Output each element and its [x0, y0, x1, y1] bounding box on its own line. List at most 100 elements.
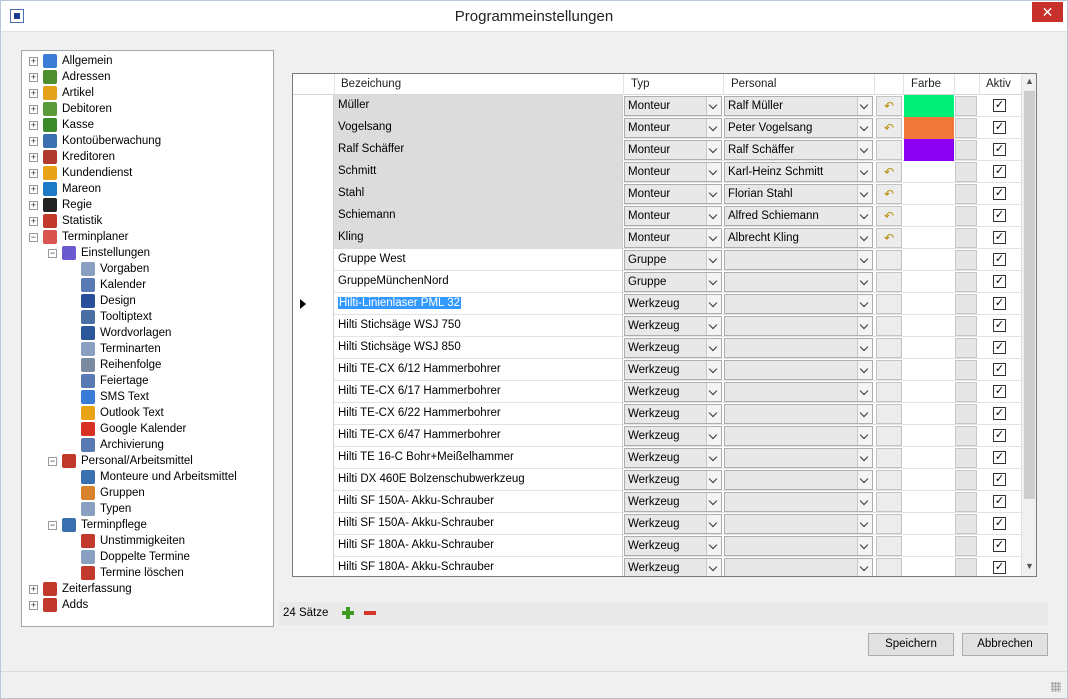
name-cell[interactable]: Hilti TE 16-C Bohr+Meißelhammer — [334, 447, 623, 469]
grid-row[interactable]: Hilti DX 460E Bolzenschubwerkzeug Werkzeu… — [293, 469, 1021, 491]
tree-expander-icon[interactable]: + — [29, 89, 38, 98]
tree-node[interactable]: − Einstellungen — [22, 245, 272, 261]
grid-row[interactable]: Müller Monteur Ralf Müller ↶ ✓ — [293, 95, 1021, 117]
name-cell[interactable]: Hilti SF 180A- Akku-Schrauber — [334, 535, 623, 557]
tree-node[interactable]: + Kreditoren — [22, 149, 272, 165]
chevron-down-icon[interactable] — [706, 471, 721, 489]
typ-combo[interactable]: Monteur — [624, 184, 722, 204]
row-action-button[interactable] — [876, 448, 902, 468]
color-picker-button[interactable] — [955, 96, 977, 116]
tree-node[interactable]: Typen — [22, 501, 272, 517]
color-swatch[interactable] — [904, 315, 954, 337]
tree-node[interactable]: + Statistik — [22, 213, 272, 229]
row-header[interactable] — [293, 513, 334, 535]
tree-expander-icon[interactable]: + — [29, 137, 38, 146]
tree-node[interactable]: + Adds — [22, 597, 272, 613]
personal-combo[interactable]: Alfred Schiemann — [724, 206, 873, 226]
chevron-down-icon[interactable] — [857, 471, 872, 489]
chevron-down-icon[interactable] — [857, 97, 872, 115]
row-header[interactable] — [293, 447, 334, 469]
chevron-down-icon[interactable] — [706, 537, 721, 555]
tree-node[interactable]: − Terminplaner — [22, 229, 272, 245]
tree-expander-icon[interactable]: − — [48, 457, 57, 466]
row-action-button[interactable] — [876, 404, 902, 424]
header-typ[interactable]: Typ — [631, 78, 650, 90]
aktiv-checkbox[interactable]: ✓ — [993, 429, 1006, 442]
aktiv-checkbox[interactable]: ✓ — [993, 187, 1006, 200]
row-header[interactable] — [293, 271, 334, 293]
tree-expander-icon[interactable]: + — [29, 217, 38, 226]
color-swatch[interactable] — [904, 403, 954, 425]
personal-combo[interactable] — [724, 272, 873, 292]
header-bezeichnung[interactable]: Bezeichung — [341, 78, 401, 90]
name-cell[interactable]: Hilti TE-CX 6/17 Hammerbohrer — [334, 381, 623, 403]
color-swatch[interactable] — [904, 161, 954, 183]
color-picker-button[interactable] — [955, 558, 977, 576]
chevron-down-icon[interactable] — [857, 427, 872, 445]
row-action-button[interactable] — [876, 360, 902, 380]
minus-icon[interactable] — [363, 606, 377, 620]
tree-expander-icon[interactable]: + — [29, 73, 38, 82]
tree-node[interactable]: Google Kalender — [22, 421, 272, 437]
typ-combo[interactable]: Monteur — [624, 118, 722, 138]
grid-row[interactable]: Hilti SF 150A- Akku-Schrauber Werkzeug ✓ — [293, 513, 1021, 535]
row-header[interactable] — [293, 425, 334, 447]
grid-row[interactable]: Kling Monteur Albrecht Kling ↶ ✓ — [293, 227, 1021, 249]
color-swatch[interactable] — [904, 557, 954, 576]
undo-icon[interactable]: ↶ — [876, 118, 902, 138]
chevron-down-icon[interactable] — [706, 515, 721, 533]
row-action-button[interactable] — [876, 250, 902, 270]
typ-combo[interactable]: Werkzeug — [624, 492, 722, 512]
aktiv-checkbox[interactable]: ✓ — [993, 99, 1006, 112]
chevron-down-icon[interactable] — [857, 515, 872, 533]
color-swatch[interactable] — [904, 227, 954, 249]
color-picker-button[interactable] — [955, 206, 977, 226]
aktiv-checkbox[interactable]: ✓ — [993, 473, 1006, 486]
chevron-down-icon[interactable] — [706, 405, 721, 423]
chevron-down-icon[interactable] — [857, 251, 872, 269]
tree-node[interactable]: Vorgaben — [22, 261, 272, 277]
row-action-button[interactable] — [876, 492, 902, 512]
color-picker-button[interactable] — [955, 448, 977, 468]
color-swatch[interactable] — [904, 271, 954, 293]
tree-node[interactable]: Outlook Text — [22, 405, 272, 421]
tree-node[interactable]: + Kundendienst — [22, 165, 272, 181]
tree-node[interactable]: Tooltiptext — [22, 309, 272, 325]
personal-combo[interactable]: Ralf Schäffer — [724, 140, 873, 160]
typ-combo[interactable]: Werkzeug — [624, 382, 722, 402]
color-picker-button[interactable] — [955, 184, 977, 204]
personal-combo[interactable] — [724, 470, 873, 490]
aktiv-checkbox[interactable]: ✓ — [993, 363, 1006, 376]
typ-combo[interactable]: Werkzeug — [624, 294, 722, 314]
chevron-down-icon[interactable] — [706, 383, 721, 401]
personal-combo[interactable] — [724, 360, 873, 380]
undo-icon[interactable]: ↶ — [876, 162, 902, 182]
tree-node[interactable]: + Kasse — [22, 117, 272, 133]
personal-combo[interactable] — [724, 338, 873, 358]
row-action-button[interactable] — [876, 382, 902, 402]
name-cell[interactable]: Hilti Stichsäge WSJ 850 — [334, 337, 623, 359]
color-swatch[interactable] — [904, 95, 954, 117]
tree-node[interactable]: + Adressen — [22, 69, 272, 85]
tree-node[interactable]: + Kontoüberwachung — [22, 133, 272, 149]
row-action-button[interactable] — [876, 294, 902, 314]
tree-node[interactable]: SMS Text — [22, 389, 272, 405]
undo-icon[interactable]: ↶ — [876, 206, 902, 226]
chevron-down-icon[interactable] — [857, 163, 872, 181]
name-cell[interactable]: Vogelsang — [334, 117, 623, 139]
name-cell[interactable]: Hilti DX 460E Bolzenschubwerkzeug — [334, 469, 623, 491]
typ-combo[interactable]: Werkzeug — [624, 338, 722, 358]
personal-combo[interactable] — [724, 404, 873, 424]
tree-expander-icon[interactable]: + — [29, 121, 38, 130]
cancel-button[interactable]: Abbrechen — [962, 633, 1048, 656]
grid-row[interactable]: Hilti SF 180A- Akku-Schrauber Werkzeug ✓ — [293, 557, 1021, 576]
color-picker-button[interactable] — [955, 536, 977, 556]
name-cell[interactable]: Schiemann — [334, 205, 623, 227]
name-cell[interactable]: Müller — [334, 95, 623, 117]
color-swatch[interactable] — [904, 205, 954, 227]
typ-combo[interactable]: Monteur — [624, 206, 722, 226]
aktiv-checkbox[interactable]: ✓ — [993, 385, 1006, 398]
grid-row[interactable]: Schiemann Monteur Alfred Schiemann ↶ ✓ — [293, 205, 1021, 227]
chevron-down-icon[interactable] — [857, 383, 872, 401]
color-picker-button[interactable] — [955, 250, 977, 270]
